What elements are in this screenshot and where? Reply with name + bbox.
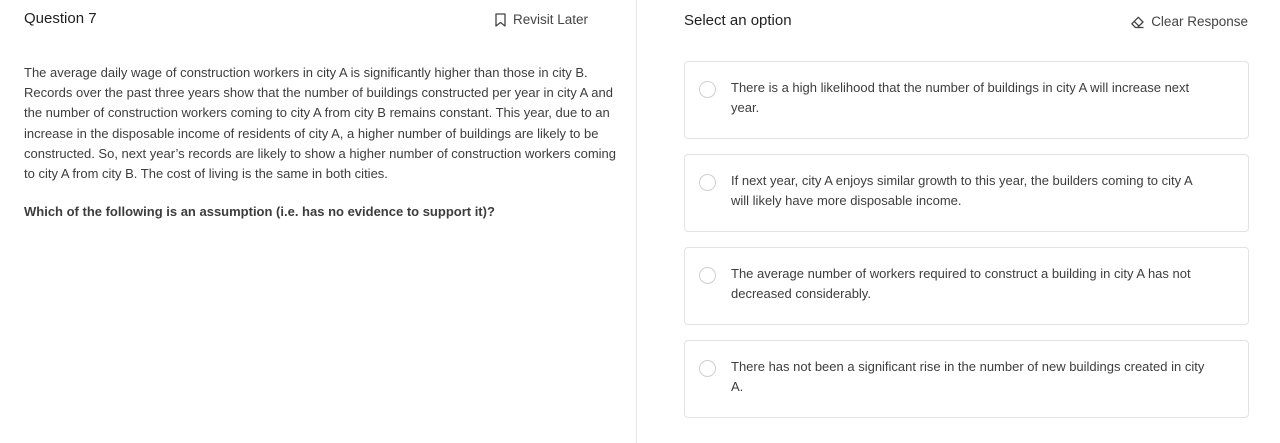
- radio-icon[interactable]: [699, 360, 716, 377]
- eraser-icon: [1131, 16, 1144, 28]
- option-3-text: The average number of workers required t…: [731, 266, 1191, 301]
- answer-pane: Select an option Clear Response There is…: [637, 0, 1280, 443]
- question-pane: Question 7 Revisit Later The average dai…: [0, 0, 637, 443]
- clear-response-button[interactable]: Clear Response: [1130, 14, 1248, 29]
- revisit-later-label: Revisit Later: [513, 12, 589, 27]
- option-1-text: There is a high likelihood that the numb…: [731, 80, 1190, 115]
- option-1[interactable]: There is a high likelihood that the numb…: [684, 61, 1249, 139]
- option-4-text: There has not been a significant rise in…: [731, 359, 1205, 394]
- question-passage: The average daily wage of construction w…: [24, 65, 617, 182]
- radio-icon[interactable]: [699, 267, 716, 284]
- option-2[interactable]: If next year, city A enjoys similar grow…: [684, 154, 1249, 232]
- radio-icon[interactable]: [699, 174, 716, 191]
- question-title: Question 7: [24, 10, 97, 27]
- bookmark-icon: [495, 12, 506, 27]
- revisit-later-button[interactable]: Revisit Later: [494, 12, 588, 27]
- select-option-title: Select an option: [684, 12, 792, 29]
- clear-response-label: Clear Response: [1151, 14, 1248, 29]
- question-prompt: Which of the following is an assumption …: [24, 204, 495, 219]
- option-2-text: If next year, city A enjoys similar grow…: [731, 173, 1192, 208]
- option-4[interactable]: There has not been a significant rise in…: [684, 340, 1249, 418]
- radio-icon[interactable]: [699, 81, 716, 98]
- option-3[interactable]: The average number of workers required t…: [684, 247, 1249, 325]
